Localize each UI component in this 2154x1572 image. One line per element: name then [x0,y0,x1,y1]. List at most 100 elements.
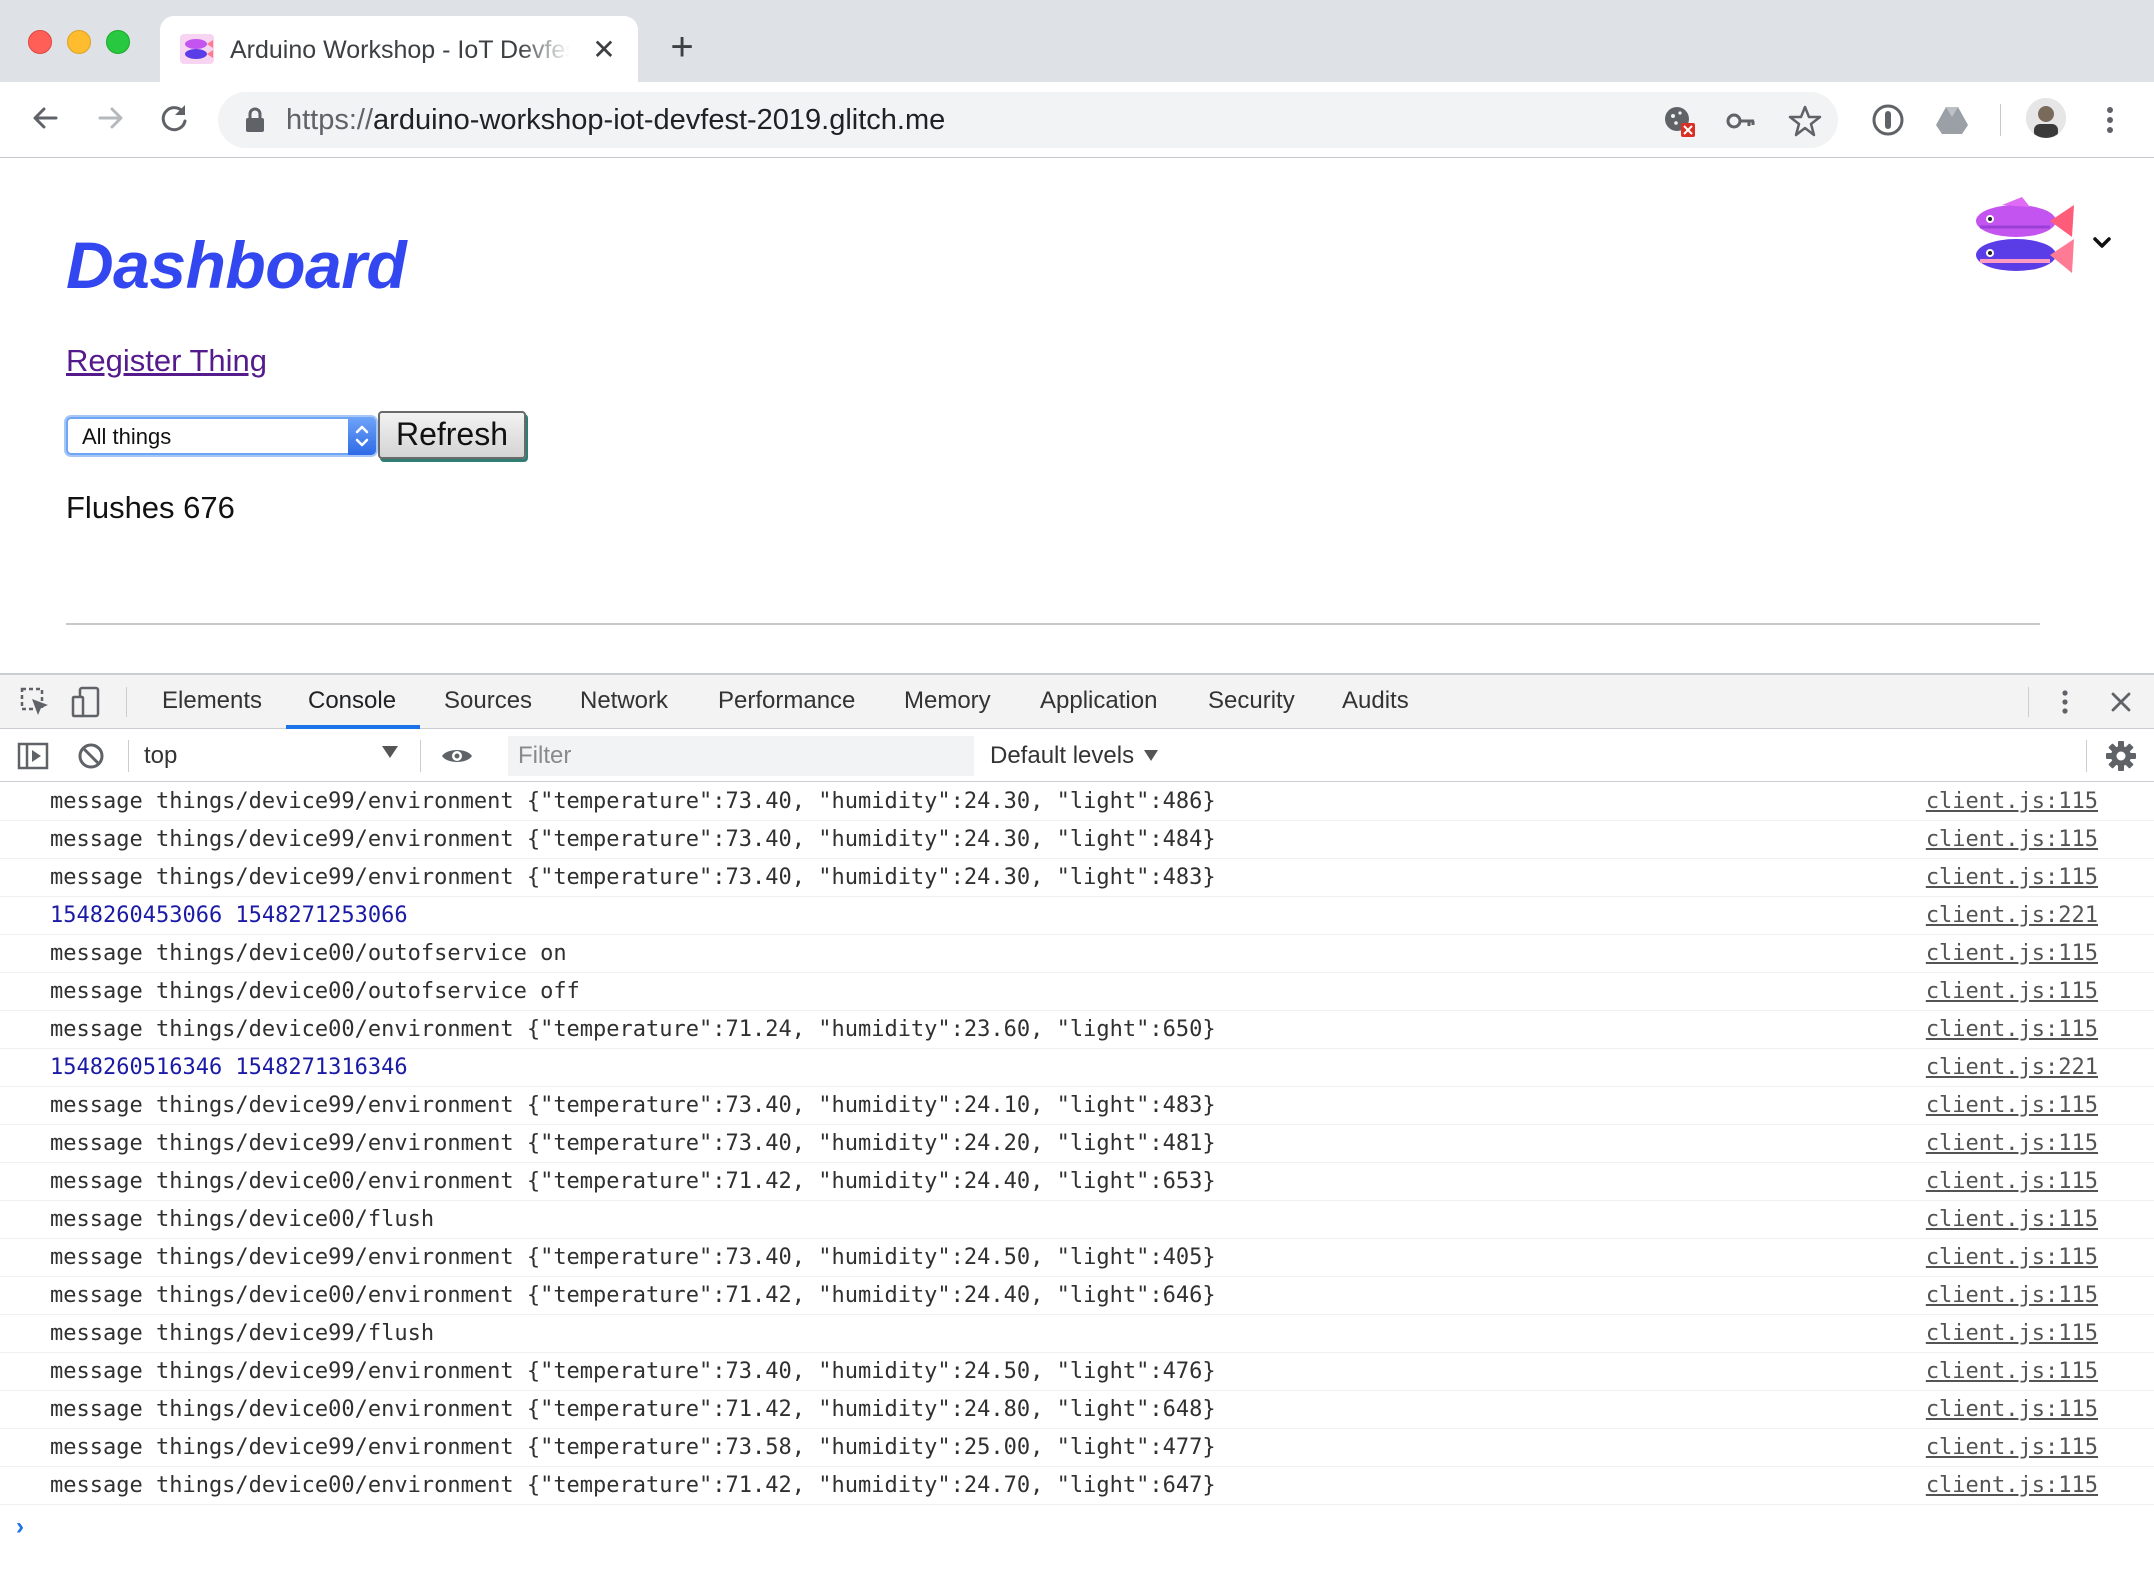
console-log-row: 1548260453066 1548271253066 client.js:221 [0,897,2154,935]
consolebar-separator [420,740,421,772]
console-log-message: message things/device99/flush [50,1321,435,1346]
tab-network[interactable]: Network [580,675,668,729]
star-icon[interactable] [1788,104,1822,138]
console-log-message: message things/device00/environment {"te… [50,1283,1216,1308]
console-log-message: message things/device99/environment {"te… [50,789,1216,814]
context-dropdown-icon[interactable] [382,746,398,758]
console-log-row: message things/device99/environment {"te… [0,821,2154,859]
clear-console-icon[interactable] [74,739,108,773]
console-log-source-link[interactable]: client.js:115 [1926,1130,2098,1158]
tab-sources[interactable]: Sources [444,675,532,729]
console-log-source-link[interactable]: client.js:115 [1926,978,2098,1006]
console-log-source-link[interactable]: client.js:115 [1926,1396,2098,1424]
console-log-message: message things/device99/environment {"te… [50,1131,1216,1156]
avatar[interactable] [2026,98,2066,138]
console-log-message: message things/device00/environment {"te… [50,1473,1216,1498]
console-log-source-link[interactable]: client.js:115 [1926,826,2098,854]
console-log-source-link[interactable]: client.js:115 [1926,1206,2098,1234]
glitch-fish-logo-icon[interactable] [1972,197,2076,281]
refresh-button[interactable]: Refresh [378,411,526,459]
browser-tabstrip: Arduino Workshop - IoT Devfest 2019 ✕ + [0,0,2154,82]
consolebar-separator [2086,740,2087,772]
console-log-source-link[interactable]: client.js:115 [1926,1320,2098,1348]
console-prompt-row[interactable]: › [0,1505,2154,1543]
console-log-row: message things/device99/environment {"te… [0,1125,2154,1163]
tab-memory[interactable]: Memory [904,675,991,729]
console-log-row: 1548260516346 1548271316346 client.js:221 [0,1049,2154,1087]
log-levels-select[interactable]: Default levels [990,738,1134,774]
console-log-row: message things/device00/environment {"te… [0,1391,2154,1429]
console-log-source-link[interactable]: client.js:221 [1926,1054,2098,1082]
filter-input[interactable] [508,736,974,776]
tab-console[interactable]: Console [308,675,396,729]
url-text[interactable]: https://arduino-workshop-iot-devfest-201… [286,102,945,138]
drive-icon[interactable] [1934,102,1970,138]
console-log-source-link[interactable]: client.js:115 [1926,1358,2098,1386]
register-thing-link[interactable]: Register Thing [66,341,267,381]
menu-icon[interactable] [2092,102,2128,138]
console-log-source-link[interactable]: client.js:115 [1926,1472,2098,1500]
console-log-source-link[interactable]: client.js:115 [1926,788,2098,816]
toolbar-divider [2000,104,2001,136]
console-log-source-link[interactable]: client.js:115 [1926,1168,2098,1196]
device-toolbar-icon[interactable] [70,685,104,719]
tab-audits[interactable]: Audits [1342,675,1409,729]
gear-icon[interactable] [2104,739,2138,773]
tabbar-separator [2028,687,2029,717]
console-log-row: message things/device99/flush client.js:1… [0,1315,2154,1353]
console-log-message: message things/device00/environment {"te… [50,1397,1216,1422]
active-tab-indicator [286,725,420,729]
tab-close-icon[interactable]: ✕ [590,36,618,64]
extension-icon[interactable] [1870,102,1906,138]
console-log-source-link[interactable]: client.js:115 [1926,1282,2098,1310]
console-log-row: message things/device99/environment {"te… [0,783,2154,821]
inspect-icon[interactable] [18,685,52,719]
window-zoom-button[interactable] [106,30,130,54]
devtools-menu-icon[interactable] [2048,685,2082,719]
tab-performance[interactable]: Performance [718,675,855,729]
console-log-row: message things/device00/environment {"te… [0,1011,2154,1049]
browser-tab-active[interactable]: Arduino Workshop - IoT Devfest 2019 ✕ [160,16,638,82]
back-icon[interactable] [24,96,68,140]
devtools-panel: Elements Console Sources Network Perform… [0,673,2154,1572]
tab-security[interactable]: Security [1208,675,1295,729]
flushes-label: Flushes [66,490,175,525]
console-toolbar: top Default levels [0,730,2154,782]
console-log-row: message things/device00/outofservice on c… [0,935,2154,973]
console-log-row: message things/device99/environment {"te… [0,1353,2154,1391]
console-log-source-link[interactable]: client.js:115 [1926,1244,2098,1272]
console-log-source-link[interactable]: client.js:221 [1926,902,2098,930]
console-log-source-link[interactable]: client.js:115 [1926,940,2098,968]
levels-dropdown-icon[interactable] [1144,750,1158,761]
console-log-message: message things/device99/environment {"te… [50,865,1216,890]
address-bar[interactable]: https://arduino-workshop-iot-devfest-201… [218,92,1838,148]
console-log-message: message things/device99/environment {"te… [50,1359,1216,1384]
tab-elements[interactable]: Elements [162,675,262,729]
console-log-row: message things/device99/environment {"te… [0,859,2154,897]
console-log-message: 1548260516346 1548271316346 [50,1055,408,1080]
thing-select[interactable]: All things [66,417,376,455]
console-log-source-link[interactable]: client.js:115 [1926,1092,2098,1120]
window-close-button[interactable] [28,30,52,54]
thing-select-value: All things [82,424,172,449]
lock-icon[interactable] [242,106,268,134]
context-select[interactable]: top [144,738,404,774]
select-arrows-icon [348,417,376,455]
sidebar-icon[interactable] [16,739,50,773]
console-log-source-link[interactable]: client.js:115 [1926,1434,2098,1462]
new-tab-button[interactable]: + [664,27,700,67]
console-log-message: message things/device00/flush [50,1207,435,1232]
close-icon[interactable] [2104,685,2138,719]
console-log-row: message things/device00/environment {"te… [0,1467,2154,1505]
url-scheme: https:// [286,104,374,136]
console-log-source-link[interactable]: client.js:115 [1926,864,2098,892]
tab-application[interactable]: Application [1040,675,1157,729]
eye-icon[interactable] [440,739,474,773]
forward-icon[interactable] [88,96,132,140]
chevron-down-icon[interactable] [2090,231,2114,255]
reload-icon[interactable] [152,96,196,140]
console-log-source-link[interactable]: client.js:115 [1926,1016,2098,1044]
key-icon[interactable] [1724,104,1758,138]
cookie-blocked-icon[interactable] [1662,104,1696,138]
window-minimize-button[interactable] [67,30,91,54]
